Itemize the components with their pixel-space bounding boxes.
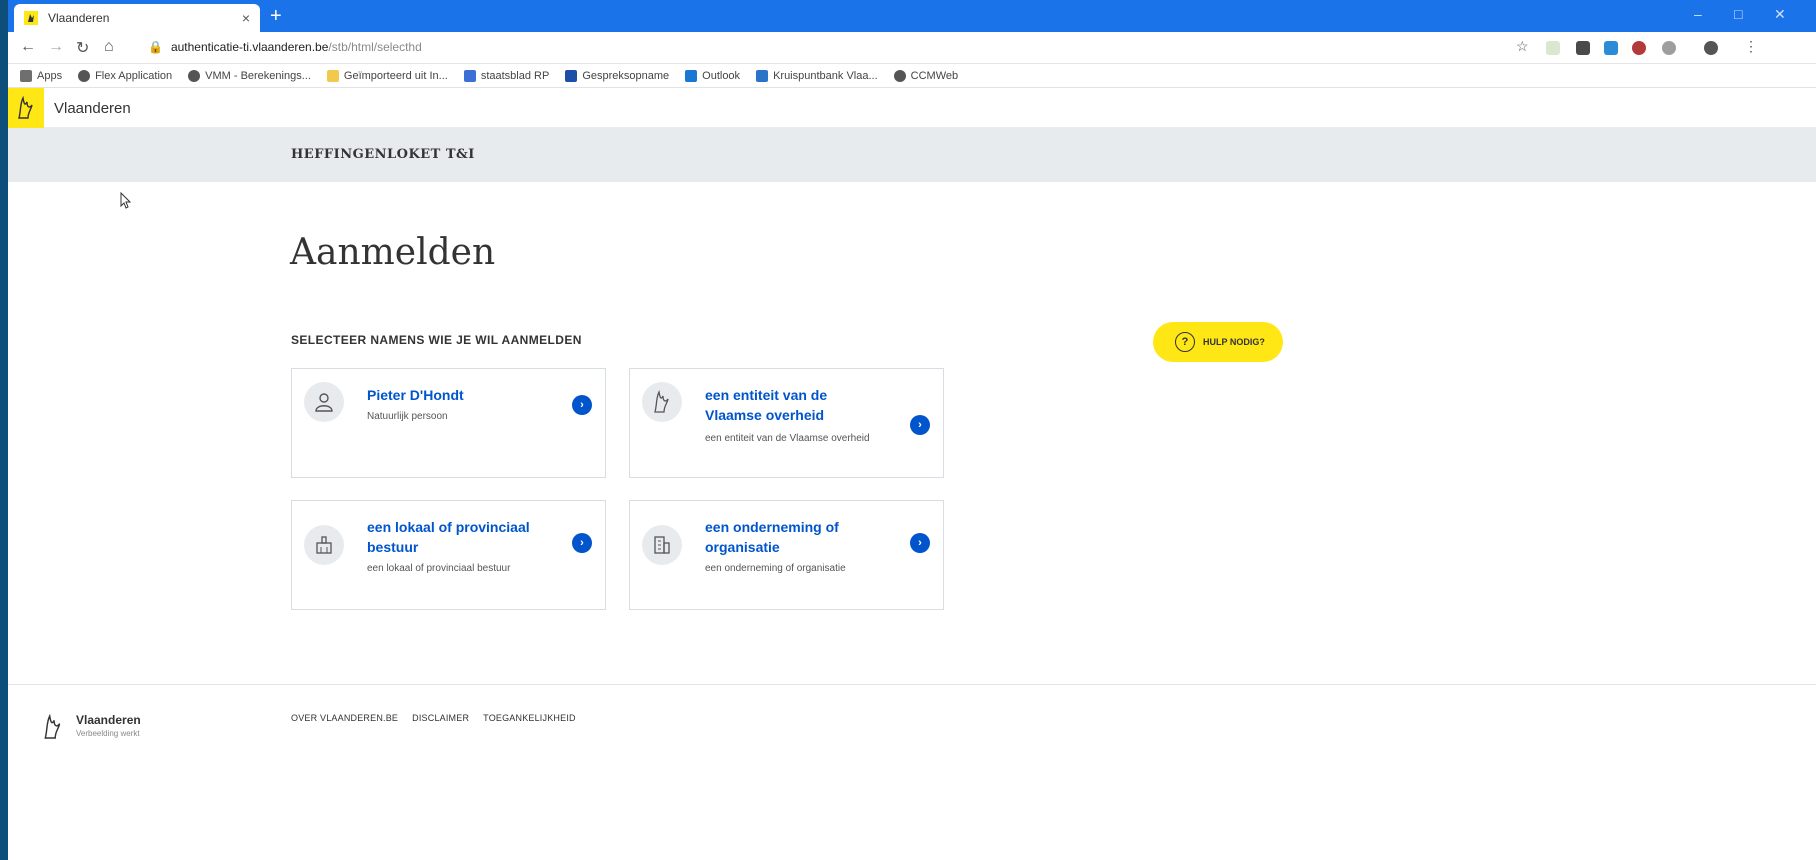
card-title[interactable]: Pieter D'Hondt — [367, 385, 547, 405]
extension-icon[interactable] — [1604, 41, 1618, 55]
site-header: Vlaanderen — [8, 88, 1816, 128]
lock-icon: 🔒 — [148, 40, 163, 54]
city-hall-icon — [304, 525, 344, 565]
login-option-card-local-government[interactable]: een lokaal of provinciaal bestuur een lo… — [291, 500, 606, 610]
outlook-icon — [685, 69, 698, 82]
footer-links: OVER VLAANDEREN.BE DISCLAIMER TOEGANKELI… — [291, 713, 590, 723]
extension-icon[interactable] — [1546, 41, 1560, 55]
site-footer: Vlaanderen Verbeelding werkt OVER VLAAND… — [8, 684, 1816, 860]
card-title[interactable]: een entiteit van de Vlaamse overheid — [705, 385, 885, 425]
recording-icon — [565, 69, 578, 82]
tab-close-icon[interactable]: × — [242, 10, 250, 26]
reload-icon[interactable]: ↻ — [76, 38, 89, 58]
card-subtitle: een onderneming of organisatie — [705, 563, 846, 574]
folder-icon — [326, 69, 339, 82]
globe-icon — [893, 69, 906, 82]
bookmark-item[interactable]: staatsblad RP — [463, 69, 549, 82]
section-label: SELECTEER NAMENS WIE JE WIL AANMELDEN — [291, 333, 582, 347]
login-option-card-flemish-government[interactable]: een entiteit van de Vlaamse overheid een… — [629, 368, 944, 478]
login-option-card-organisation[interactable]: een onderneming of organisatie een onder… — [629, 500, 944, 610]
card-title[interactable]: een lokaal of provinciaal bestuur — [367, 517, 547, 557]
browser-tab-bar: Vlaanderen × + – □ ✕ — [8, 0, 1816, 32]
profile-avatar-icon[interactable] — [1704, 41, 1718, 55]
footer-brand-name: Vlaanderen — [76, 713, 141, 727]
question-mark-icon: ? — [1175, 332, 1195, 352]
card-subtitle: Natuurlijk persoon — [367, 411, 448, 422]
mouse-cursor-icon — [120, 192, 132, 209]
help-button-label: HULP NODIG? — [1203, 337, 1265, 347]
subheader-bar: HEFFINGENLOKET T&I — [8, 128, 1816, 182]
application-title[interactable]: HEFFINGENLOKET T&I — [291, 147, 475, 162]
url-field[interactable]: 🔒 authenticatie-ti.vlaanderen.be/stb/html… — [148, 40, 422, 54]
apps-grid-icon — [20, 69, 32, 82]
footer-link-disclaimer[interactable]: DISCLAIMER — [412, 713, 469, 723]
new-tab-button[interactable]: + — [270, 6, 282, 26]
back-icon[interactable]: ← — [20, 38, 36, 56]
bookmark-item[interactable]: Flex Application — [78, 69, 172, 82]
bookmark-item[interactable]: Apps — [20, 69, 62, 82]
browser-menu-icon[interactable]: ⋮ — [1744, 38, 1758, 55]
building-icon — [642, 525, 682, 565]
vlaanderen-logo-icon[interactable] — [8, 88, 44, 128]
bookmarks-bar: Apps Flex Application VMM - Berekenings.… — [8, 64, 1816, 88]
page-title: Aanmelden — [290, 232, 496, 273]
card-title[interactable]: een onderneming of organisatie — [705, 517, 885, 557]
url-path: /stb/html/selecthd — [328, 40, 422, 54]
globe-icon — [188, 69, 201, 82]
minimize-icon[interactable]: – — [1694, 6, 1702, 22]
globe-icon — [78, 69, 91, 82]
vlaanderen-favicon-icon — [24, 11, 38, 25]
extension-icon[interactable] — [1632, 41, 1646, 55]
staatsblad-icon — [463, 69, 476, 82]
url-host: authenticatie-ti.vlaanderen.be — [170, 40, 329, 54]
footer-link-toegankelijkheid[interactable]: TOEGANKELIJKHEID — [483, 713, 576, 723]
card-subtitle: een entiteit van de Vlaamse overheid — [705, 433, 870, 444]
forward-icon[interactable]: → — [48, 38, 64, 56]
footer-link-over[interactable]: OVER VLAANDEREN.BE — [291, 713, 398, 723]
bookmark-item[interactable]: CCMWeb — [893, 69, 958, 82]
extension-icon[interactable] — [1662, 41, 1676, 55]
chevron-right-icon[interactable]: › — [572, 395, 592, 415]
chevron-right-icon[interactable]: › — [572, 533, 592, 553]
address-bar-row: ← → ↻ ⌂ 🔒 authenticatie-ti.vlaanderen.be/… — [8, 32, 1816, 64]
bookmark-star-icon[interactable]: ☆ — [1516, 38, 1529, 55]
close-window-icon[interactable]: ✕ — [1774, 6, 1786, 23]
tab-title: Vlaanderen — [48, 11, 110, 25]
home-icon[interactable]: ⌂ — [104, 38, 114, 56]
login-option-card-person[interactable]: Pieter D'Hondt Natuurlijk persoon › — [291, 368, 606, 478]
footer-tagline: Verbeelding werkt — [76, 729, 140, 738]
restore-icon[interactable]: □ — [1734, 6, 1742, 22]
bookmark-item[interactable]: Geïmporteerd uit In... — [326, 69, 448, 82]
chevron-right-icon[interactable]: › — [910, 415, 930, 435]
bookmark-item[interactable]: VMM - Berekenings... — [188, 69, 311, 82]
bookmark-item[interactable]: Gespreksopname — [565, 69, 669, 82]
help-button[interactable]: ? HULP NODIG? — [1153, 322, 1283, 362]
card-subtitle: een lokaal of provinciaal bestuur — [367, 563, 511, 574]
person-icon — [304, 382, 344, 422]
browser-window: Vlaanderen × + – □ ✕ ← → ↻ ⌂ 🔒 authentica… — [8, 0, 1816, 860]
bookmark-item[interactable]: Kruispuntbank Vlaa... — [756, 69, 878, 82]
flemish-lion-icon — [642, 382, 682, 422]
extension-icon[interactable] — [1576, 41, 1590, 55]
browser-tab[interactable]: Vlaanderen × — [14, 4, 260, 32]
site-name[interactable]: Vlaanderen — [54, 100, 131, 117]
vlaanderen-footer-logo-icon[interactable] — [42, 713, 64, 741]
bookmark-item[interactable]: Outlook — [685, 69, 740, 82]
kruispuntbank-icon — [756, 69, 769, 82]
chevron-right-icon[interactable]: › — [910, 533, 930, 553]
